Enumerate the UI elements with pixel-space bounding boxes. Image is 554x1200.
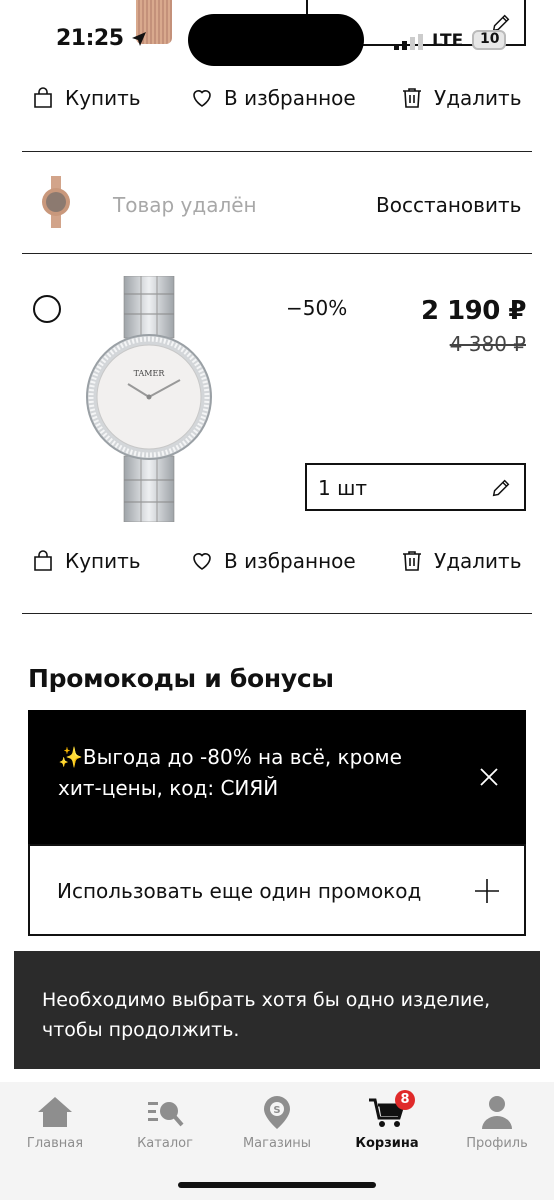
add-promo-code-button[interactable]: Использовать еще один промокод: [28, 844, 526, 936]
shopping-bag-icon: [34, 550, 52, 571]
tab-home[interactable]: Главная: [5, 1094, 105, 1151]
plus-icon: [475, 879, 499, 903]
divider: [22, 613, 532, 614]
catalog-icon: [148, 1102, 184, 1127]
toast-message: Необходимо выбрать хотя бы одно изделие,…: [42, 989, 491, 1041]
add-promo-code-label: Использовать еще один промокод: [57, 879, 422, 903]
promo-banner-text: ✨Выгода до -80% на всё, кроме хит-цены, …: [58, 745, 402, 800]
divider: [22, 253, 532, 254]
favorite-label: В избранное: [224, 86, 356, 110]
trash-icon: [403, 551, 421, 571]
divider: [22, 151, 532, 152]
tab-stores[interactable]: S Магазины: [227, 1094, 327, 1151]
cart-badge: 8: [395, 1090, 415, 1110]
delete-button[interactable]: Удалить: [400, 549, 522, 573]
deleted-item-thumbnail: [42, 176, 70, 228]
trash-icon: [403, 88, 421, 108]
discount-label: −50%: [286, 296, 348, 320]
old-price: 4 380 ₽: [449, 332, 526, 356]
current-price: 2 190 ₽: [420, 296, 527, 326]
validation-toast: Необходимо выбрать хотя бы одно изделие,…: [14, 951, 540, 1069]
delete-label: Удалить: [434, 86, 522, 110]
status-time: 21:25: [56, 26, 147, 51]
restore-button[interactable]: Восстановить: [376, 193, 521, 217]
buy-label: Купить: [65, 549, 141, 573]
shopping-bag-icon: [34, 87, 52, 108]
buy-label: Купить: [65, 86, 141, 110]
select-item-radio[interactable]: [33, 295, 61, 323]
battery-level: 10: [480, 31, 500, 47]
home-icon: [38, 1097, 72, 1127]
product-image-watch[interactable]: TAMER: [86, 276, 218, 522]
tab-home-label: Главная: [26, 1136, 84, 1151]
quantity-selector[interactable]: 1 шт: [305, 463, 526, 511]
delete-label: Удалить: [434, 549, 522, 573]
battery-icon: 10: [472, 30, 506, 50]
tab-catalog-label: Каталог: [137, 1136, 193, 1151]
tab-cart-label: Корзина: [355, 1136, 419, 1151]
edit-icon: [492, 479, 510, 497]
tab-profile[interactable]: Профиль: [447, 1094, 547, 1151]
delete-button[interactable]: Удалить: [400, 86, 522, 110]
tab-stores-label: Магазины: [242, 1136, 312, 1151]
signal-icon: [394, 34, 423, 50]
status-time-text: 21:25: [56, 26, 124, 51]
camera-notch: [188, 14, 364, 66]
location-arrow-icon: [131, 32, 146, 46]
buy-button[interactable]: Купить: [31, 86, 141, 110]
heart-icon: [193, 553, 211, 570]
promo-banner: ✨Выгода до -80% на всё, кроме хит-цены, …: [28, 710, 526, 844]
favorite-button[interactable]: В избранное: [190, 86, 356, 110]
close-icon[interactable]: [478, 766, 500, 788]
quantity-value: 1 шт: [318, 476, 368, 500]
svg-text:S: S: [273, 1105, 280, 1116]
watch-dial-brand: TAMER: [134, 369, 166, 378]
favorite-label: В избранное: [224, 549, 356, 573]
tab-cart[interactable]: 8 Корзина: [337, 1090, 437, 1151]
tab-profile-label: Профиль: [466, 1136, 528, 1151]
favorite-button[interactable]: В избранное: [190, 549, 356, 573]
tab-catalog[interactable]: Каталог: [115, 1094, 215, 1151]
item-deleted-label: Товар удалён: [113, 193, 257, 217]
home-indicator: [178, 1182, 376, 1188]
heart-icon: [193, 90, 211, 107]
buy-button[interactable]: Купить: [31, 549, 141, 573]
network-label: LTE: [432, 31, 464, 51]
store-pin-icon: S: [264, 1096, 290, 1129]
profile-icon: [482, 1096, 512, 1129]
promo-section-title: Промокоды и бонусы: [28, 664, 334, 693]
